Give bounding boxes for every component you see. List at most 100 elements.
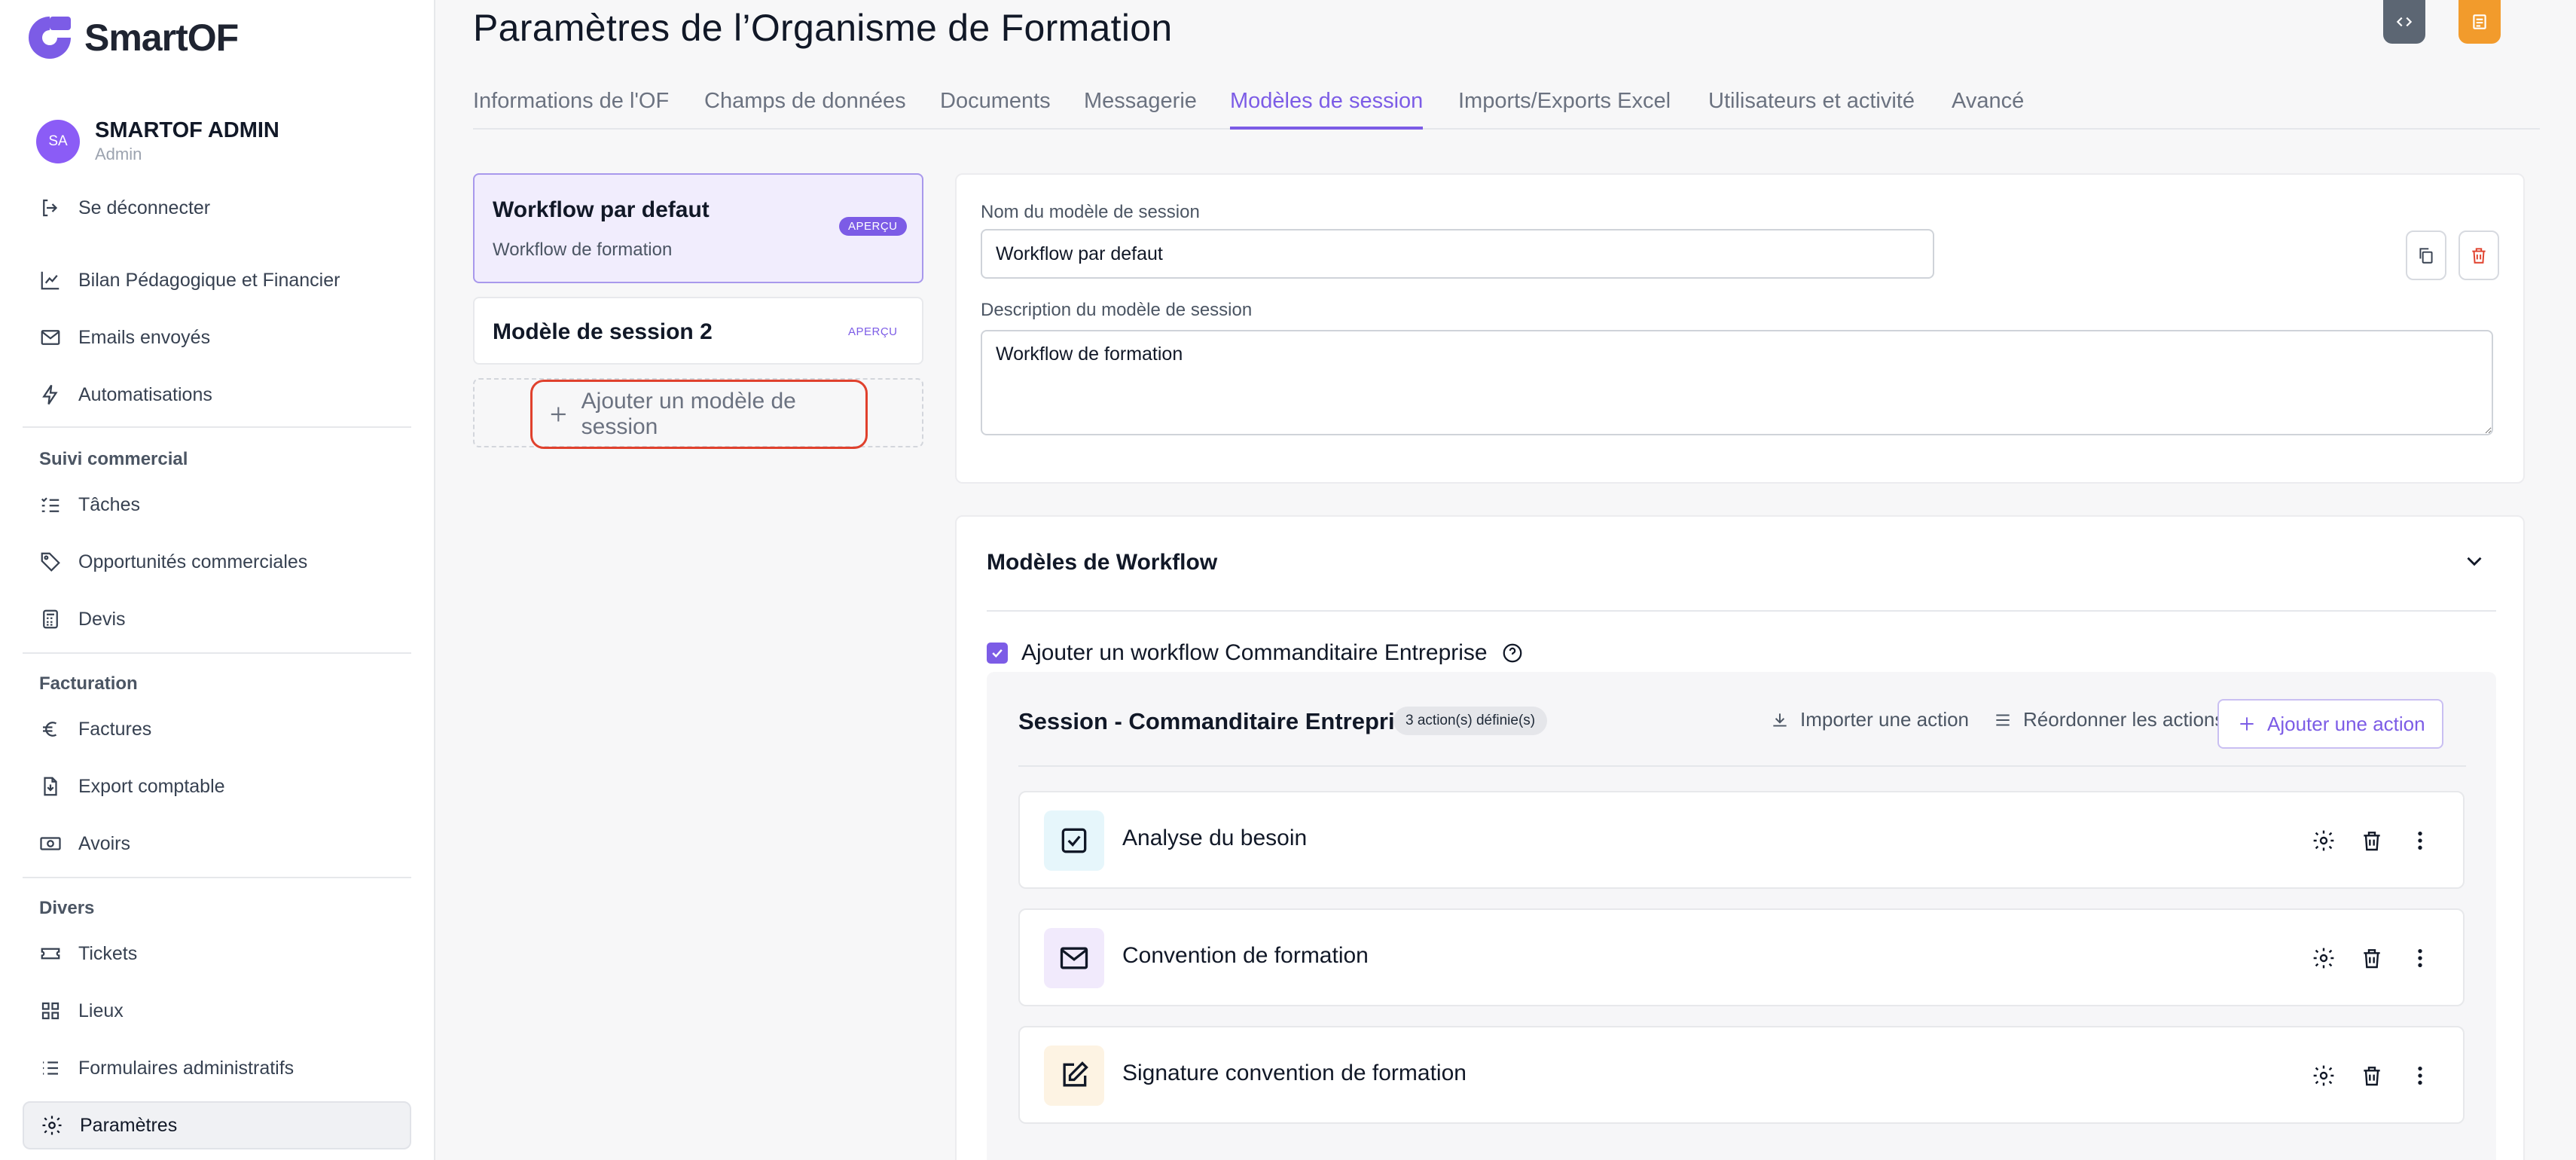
reorder-actions-button[interactable]: Réordonner les actions [1993,708,2224,731]
delete-button[interactable] [2359,937,2385,979]
document-button[interactable] [2458,0,2501,44]
settings-button[interactable] [2311,1055,2336,1097]
template-card-selected[interactable]: Workflow par defaut Workflow de formatio… [473,173,923,283]
logo[interactable]: SmartOF [23,11,239,65]
sidebar-item-parametres[interactable]: Paramètres [23,1101,411,1149]
tasks-icon [41,497,60,512]
tab-modeles-session[interactable]: Modèles de session [1230,89,1424,130]
delete-button[interactable] [2359,1055,2385,1097]
add-template-area: Ajouter un modèle de session [473,378,923,449]
sidebar-item-lieux[interactable]: Lieux [23,987,411,1035]
action-row[interactable]: Signature convention de formation [1018,1026,2465,1124]
sidebar-item-export-comptable[interactable]: Export comptable [23,762,411,810]
more-button[interactable] [2407,1055,2433,1097]
sidebar-item-label: Emails envoyés [78,326,211,348]
sidebar-item-opportunites[interactable]: Opportunités commerciales [23,538,411,586]
tab-informations[interactable]: Informations de l'OF [473,89,669,130]
trash-icon [2364,1067,2380,1086]
document-icon [2473,14,2486,29]
edit-icon [1063,1061,1088,1087]
tab-utilisateurs[interactable]: Utilisateurs et activité [1708,89,1915,130]
more-vertical-icon [2418,949,2422,967]
code-button[interactable] [2383,0,2425,44]
sidebar-item-label: Formulaires administratifs [78,1057,295,1079]
logout-label: Se déconnecter [78,197,211,218]
checkbox-icon [1061,828,1087,853]
workflow-title: Modèles de Workflow [987,550,1218,575]
tab-documents[interactable]: Documents [940,89,1051,130]
tab-imports-exports[interactable]: Imports/Exports Excel [1458,89,1671,130]
sidebar-item-label: Devis [78,608,126,630]
delete-template-button[interactable] [2458,230,2499,280]
template-name-input[interactable] [981,229,1934,279]
tab-champs[interactable]: Champs de données [704,89,906,130]
delete-button[interactable] [2359,820,2385,862]
action-row[interactable]: Convention de formation [1018,908,2465,1006]
chart-icon [41,271,60,290]
action-row[interactable]: Analyse du besoin [1018,791,2465,889]
trash-icon [2364,832,2380,851]
sidebar-item-tickets[interactable]: Tickets [23,930,411,978]
action-label: Convention de formation [1122,943,1369,968]
name-label: Nom du modèle de session [981,202,1200,222]
sidebar-item-label: Factures [78,718,152,740]
tag-icon [41,552,60,572]
tab-bar: Informations de l'OF Champs de données D… [473,89,2540,130]
logout-link[interactable]: Se déconnecter [23,184,411,232]
import-action-button[interactable]: Importer une action [1770,708,1969,731]
gear-icon [2313,1065,2334,1086]
sidebar-item-avoirs[interactable]: Avoirs [23,820,411,868]
sidebar-item-emails[interactable]: Emails envoyés [23,313,411,362]
template-card[interactable]: Modèle de session 2 APERÇU [473,297,923,365]
mail-icon [1060,947,1088,969]
reorder-icon [1996,714,2010,725]
more-button[interactable] [2407,937,2433,979]
euro-icon [43,722,57,737]
divider [987,610,2496,612]
sidebar-item-taches[interactable]: Tâches [23,481,411,529]
chevron-down-icon [2467,557,2482,566]
sidebar-item-automatisations[interactable]: Automatisations [23,371,411,419]
more-button[interactable] [2407,820,2433,862]
divider [23,877,411,878]
workflow-checkbox[interactable] [987,643,1008,664]
collapse-button[interactable] [2462,548,2487,578]
sidebar-item-bilan[interactable]: Bilan Pédagogique et Financier [23,256,411,304]
list-icon [43,1061,58,1075]
template-title: Modèle de session 2 [493,319,713,344]
tab-avance[interactable]: Avancé [1952,89,2024,130]
sidebar-item-label: Export comptable [78,775,225,797]
user-profile[interactable]: SA SMARTOF ADMIN Admin [36,118,279,166]
user-role: Admin [95,145,142,163]
sidebar-item-label: Tâches [78,493,140,515]
divider [23,652,411,654]
code-icon [2396,17,2413,27]
settings-button[interactable] [2311,820,2336,862]
tab-messagerie[interactable]: Messagerie [1084,89,1197,130]
add-template-label: Ajouter un modèle de session [581,389,796,439]
sidebar-item-devis[interactable]: Devis [23,595,411,643]
add-action-label: Ajouter une action [2267,712,2425,735]
action-count-badge: 3 action(s) définie(s) [1393,707,1548,735]
action-icon-box [1044,810,1104,871]
trash-icon [2364,949,2380,969]
page-title: Paramètres de l’Organisme de Formation [473,7,1173,49]
sidebar-item-formulaires[interactable]: Formulaires administratifs [23,1044,411,1092]
mail-icon [41,330,60,345]
avatar: SA [36,120,80,163]
add-template-button[interactable]: Ajouter un modèle de session [530,380,868,449]
trash-icon [2472,248,2486,264]
preview-badge[interactable]: APERÇU [839,322,907,341]
help-icon[interactable] [1501,642,1524,664]
sidebar-item-factures[interactable]: Factures [23,705,411,753]
workflow-checkbox-row[interactable]: Ajouter un workflow Commanditaire Entrep… [987,640,1524,666]
add-action-button[interactable]: Ajouter une action [2217,699,2443,749]
settings-button[interactable] [2311,937,2336,979]
sidebar-item-label: Automatisations [78,383,212,405]
more-vertical-icon [2418,1067,2422,1085]
preview-badge[interactable]: APERÇU [839,217,907,236]
template-description-input[interactable]: Workflow de formation [981,330,2493,435]
gear-icon [2313,948,2334,969]
duplicate-button[interactable] [2406,230,2446,280]
plus-icon [551,407,566,422]
